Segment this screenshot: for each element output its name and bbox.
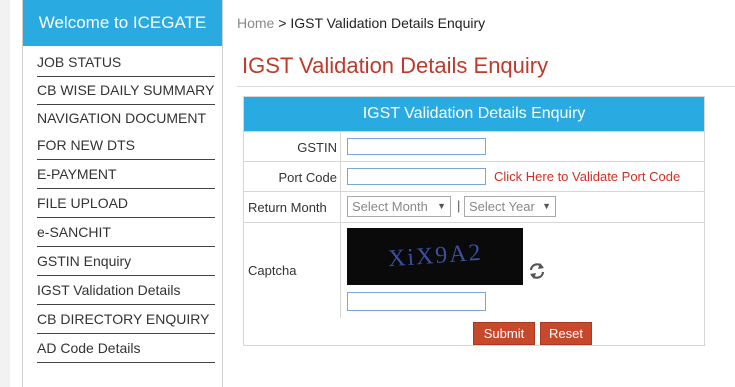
sidebar: Welcome to ICEGATE JOB STATUS CB WISE DA… [22,0,223,387]
return-month-row: Return Month Select Month ▼ | Select Yea… [244,191,704,223]
breadcrumb-separator: > [278,15,287,31]
captcha-image: XiX9A2 [347,228,523,285]
submit-button[interactable]: Submit [473,322,535,345]
month-select-value: Select Month [352,199,428,214]
refresh-captcha-icon[interactable] [527,261,547,281]
sidebar-item-file-upload[interactable]: FILE UPLOAD [37,189,215,218]
captcha-input[interactable] [347,292,486,311]
breadcrumb-current: IGST Validation Details Enquiry [290,15,486,31]
sidebar-item-e-payment[interactable]: E-PAYMENT [37,160,215,189]
gstin-input[interactable] [347,138,486,155]
sidebar-item-job-status[interactable]: JOB STATUS [37,48,215,77]
page-title: IGST Validation Details Enquiry [242,53,549,78]
sidebar-header: Welcome to ICEGATE [23,0,222,46]
sidebar-item-navigation-document[interactable]: NAVIGATION DOCUMENT FOR NEW DTS [37,105,215,160]
month-select[interactable]: Select Month ▼ [347,196,451,217]
reset-button[interactable]: Reset [540,322,592,345]
chevron-down-icon: ▼ [437,201,446,211]
breadcrumb: Home > IGST Validation Details Enquiry [237,15,485,31]
port-code-label: Port Code [244,162,341,192]
sidebar-menu: JOB STATUS CB WISE DAILY SUMMARY NAVIGAT… [37,48,215,363]
year-select[interactable]: Select Year ▼ [464,196,556,217]
igst-enquiry-form: IGST Validation Details Enquiry GSTIN Po… [243,96,705,346]
main-content: Home > IGST Validation Details Enquiry I… [237,0,735,387]
sidebar-item-igst-validation[interactable]: IGST Validation Details [37,276,215,305]
sidebar-item-cb-directory[interactable]: CB DIRECTORY ENQUIRY [37,305,215,334]
sidebar-item-e-sanchit[interactable]: e-SANCHIT [37,218,215,247]
captcha-row: Captcha XiX9A2 [244,222,704,318]
select-separator: | [457,198,461,213]
chevron-down-icon: ▼ [542,201,551,211]
sidebar-item-gstin-enquiry[interactable]: GSTIN Enquiry [37,247,215,276]
form-header: IGST Validation Details Enquiry [244,97,704,131]
sidebar-item-ad-code[interactable]: AD Code Details [37,334,215,363]
captcha-label: Captcha [244,223,341,318]
left-rail [0,0,10,387]
return-month-label: Return Month [244,192,341,223]
gstin-row: GSTIN [244,131,704,162]
breadcrumb-home-link[interactable]: Home [237,15,274,31]
port-code-input[interactable] [347,168,486,185]
captcha-text: XiX9A2 [386,239,484,273]
year-select-value: Select Year [469,199,535,214]
gstin-label: GSTIN [244,132,341,162]
port-code-row: Port Code Click Here to Validate Port Co… [244,161,704,192]
validate-port-code-link[interactable]: Click Here to Validate Port Code [494,169,680,184]
sidebar-item-cb-wise-daily-summary[interactable]: CB WISE DAILY SUMMARY [37,77,215,105]
title-divider [237,86,735,87]
